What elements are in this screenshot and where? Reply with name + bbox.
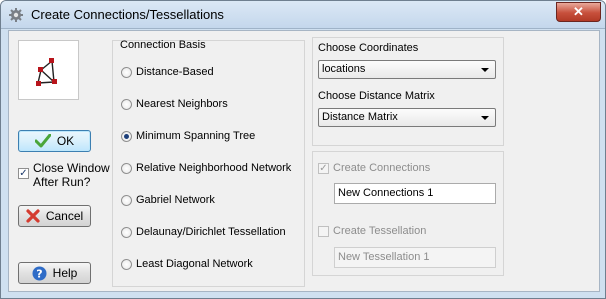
radio-relative-neighborhood-network[interactable] [121, 163, 132, 174]
cancel-button[interactable]: Cancel [18, 205, 91, 227]
help-question-icon: ? [32, 266, 47, 281]
checkmark-icon: ✓ [319, 162, 328, 174]
radio-label-distance-based: Distance-Based [136, 66, 214, 78]
chevron-down-icon [481, 68, 489, 72]
connection-graph-icon-box [18, 40, 79, 100]
radio-selected-dot [124, 134, 129, 139]
radio-nearest-neighbors[interactable] [121, 99, 132, 110]
radio-label-relative-neighborhood-network: Relative Neighborhood Network [136, 162, 292, 174]
help-button[interactable]: ? Help [18, 262, 91, 284]
radio-label-nearest-neighbors: Nearest Neighbors [136, 98, 228, 110]
radio-label-gabriel-network: Gabriel Network [136, 194, 215, 206]
close-window-button[interactable]: ✕ [556, 2, 601, 22]
radio-gabriel-network[interactable] [121, 195, 132, 206]
close-after-run-label-line1: Close Window [33, 161, 110, 175]
create-tessellation-label: Create Tessellation [333, 225, 427, 237]
radio-distance-based[interactable] [121, 67, 132, 78]
connection-basis-heading: Connection Basis [120, 39, 206, 51]
coordinates-select-value: locations [322, 63, 366, 75]
distance-matrix-select-value: Distance Matrix [322, 111, 398, 123]
radio-minimum-spanning-tree[interactable] [121, 131, 132, 142]
radio-label-delaunay-dirichlet: Delaunay/Dirichlet Tessellation [136, 226, 286, 238]
tessellation-name-value: New Tessellation 1 [338, 251, 430, 263]
dialog-content: OK ✓ Close Window After Run? Cancel ? He… [8, 30, 600, 292]
create-connections-checkbox[interactable]: ✓ [318, 163, 329, 174]
connections-name-field[interactable]: New Connections 1 [334, 183, 496, 204]
checkmark-icon: ✓ [19, 167, 28, 179]
radio-label-minimum-spanning-tree: Minimum Spanning Tree [136, 130, 256, 142]
coordinates-select[interactable]: locations [318, 60, 496, 79]
connection-graph-icon [36, 58, 57, 86]
cancel-button-label: Cancel [45, 209, 84, 223]
dialog-window: Create Connections/Tessellations ✕ OK ✓ … [0, 0, 606, 299]
radio-delaunay-dirichlet[interactable] [121, 227, 132, 238]
ok-button[interactable]: OK [18, 130, 91, 152]
x-mark-icon [26, 209, 40, 223]
checkmark-icon [34, 134, 51, 148]
choose-distance-matrix-label: Choose Distance Matrix [318, 90, 435, 102]
create-connections-label: Create Connections [333, 162, 431, 174]
distance-matrix-select[interactable]: Distance Matrix [318, 108, 496, 127]
svg-text:?: ? [36, 267, 42, 280]
radio-least-diagonal-network[interactable] [121, 259, 132, 270]
connections-name-value: New Connections 1 [338, 187, 434, 199]
ok-button-label: OK [56, 134, 75, 148]
title-bar[interactable]: Create Connections/Tessellations ✕ [1, 1, 605, 29]
choose-coordinates-label: Choose Coordinates [318, 42, 419, 54]
tessellation-name-field[interactable]: New Tessellation 1 [334, 247, 496, 268]
help-button-label: Help [52, 266, 78, 280]
radio-label-least-diagonal-network: Least Diagonal Network [136, 258, 253, 270]
chevron-down-icon [481, 116, 489, 120]
close-after-run-checkbox[interactable]: ✓ [18, 168, 29, 179]
create-tessellation-checkbox[interactable] [318, 226, 329, 237]
close-icon: ✕ [573, 4, 584, 19]
close-after-run-label-line2: After Run? [33, 175, 91, 189]
app-gear-icon [9, 8, 23, 22]
window-title: Create Connections/Tessellations [31, 7, 224, 22]
